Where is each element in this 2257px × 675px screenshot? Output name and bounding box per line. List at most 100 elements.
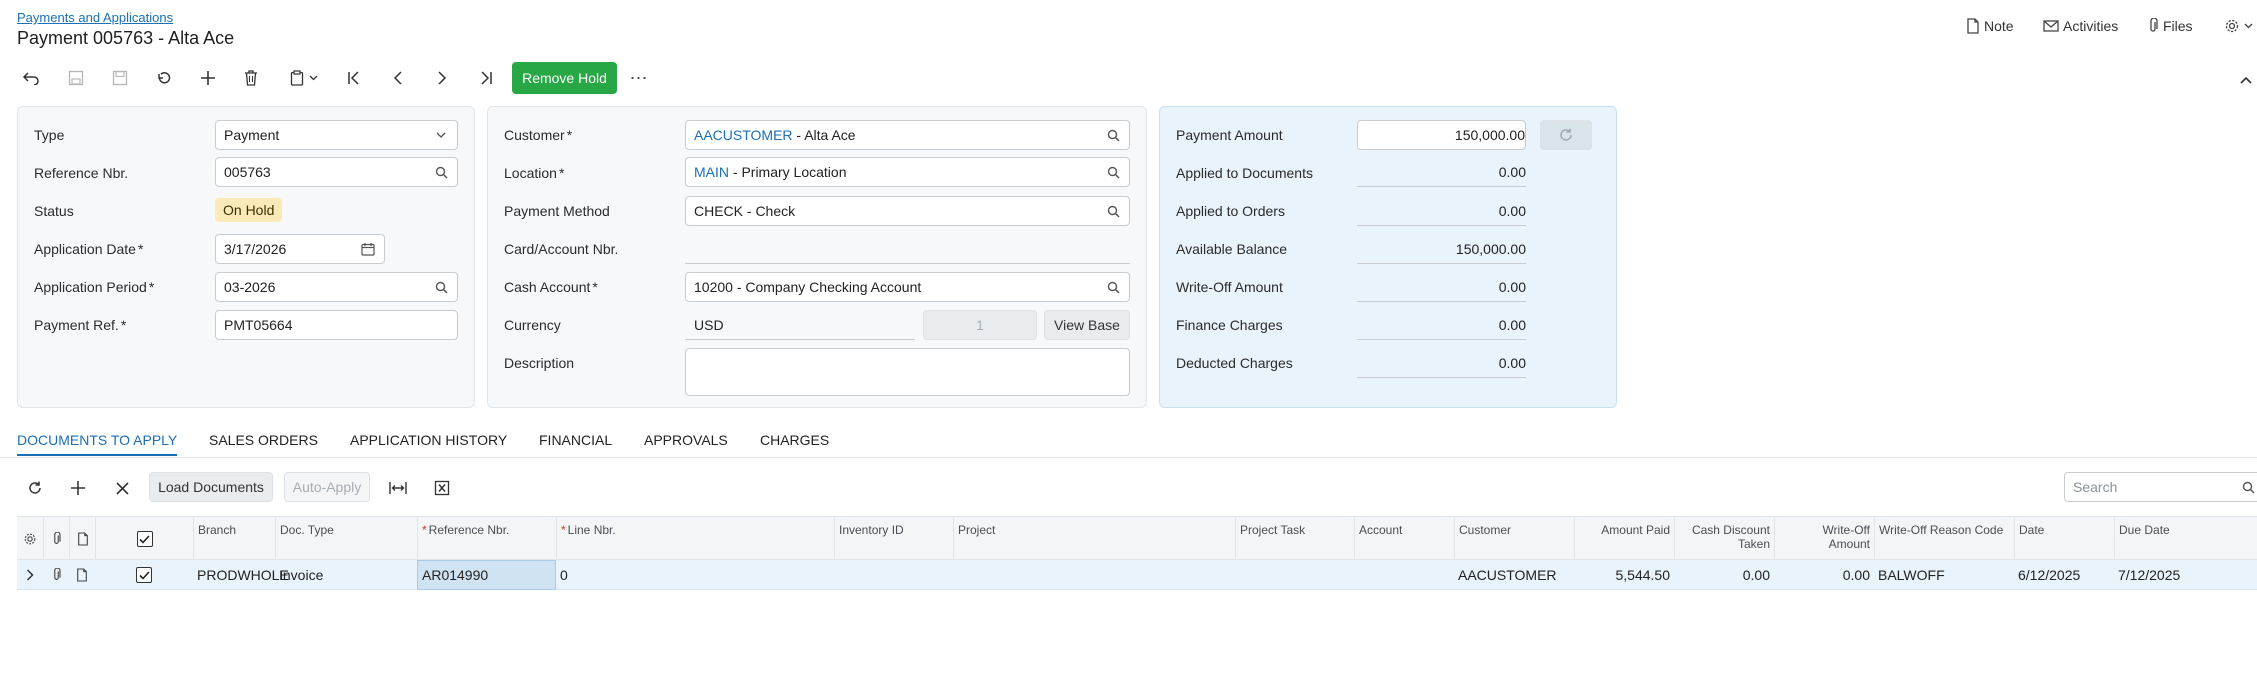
column-settings-header[interactable] [17,517,43,561]
application-date-input[interactable]: 3/17/2026 [215,234,385,264]
cell-branch[interactable]: PRODWHOLE [193,560,289,590]
tab-documents-to-apply[interactable]: DOCUMENTS TO APPLY [17,432,177,448]
grid-delete-row-button[interactable] [107,473,137,503]
column-project[interactable]: Project [953,517,1235,561]
column-project-task[interactable]: Project Task [1235,517,1354,561]
recalculate-button[interactable] [1540,120,1592,150]
cell-account[interactable] [1354,560,1454,590]
column-cash-discount[interactable]: Cash Discount Taken [1674,517,1774,561]
search-icon[interactable] [1105,164,1121,180]
customer-input[interactable]: AACUSTOMER - Alta Ace [685,120,1130,150]
column-customer[interactable]: Customer [1454,517,1574,561]
row-select-checkbox[interactable] [136,567,152,583]
column-inventory-id[interactable]: Inventory ID [834,517,953,561]
save-close-button[interactable] [62,64,90,92]
cell-cash-discount[interactable]: 0.00 [1674,560,1774,590]
breadcrumb[interactable]: Payments and Applications [17,10,173,25]
payment-amount-input[interactable]: 150,000.00 [1357,120,1526,150]
note-button[interactable]: Note [1966,18,2014,34]
description-label: Description [504,355,575,371]
tab-charges[interactable]: CHARGES [760,432,829,448]
files-button[interactable]: Files [2147,18,2193,34]
description-input[interactable] [685,348,1130,396]
settings-button[interactable] [2224,18,2253,34]
column-due-date[interactable]: Due Date [2114,517,2257,561]
grid-add-row-button[interactable] [63,473,93,503]
customer-code-link[interactable]: AACUSTOMER [694,127,793,143]
cell-project[interactable] [953,560,1235,590]
select-all-header[interactable] [95,517,193,561]
search-icon[interactable] [433,279,449,295]
column-line-nbr[interactable]: * Line Nbr. [556,517,834,561]
clipboard-button[interactable] [284,64,324,92]
export-excel-button[interactable] [427,473,457,503]
payment-method-input[interactable]: CHECK - Check [685,196,1130,226]
activities-button[interactable]: Activities [2043,18,2118,34]
row-attachments-button[interactable] [43,560,69,590]
writeoff-amount-value: 0.00 [1357,272,1526,302]
cell-due-date[interactable]: 7/12/2025 [2114,560,2257,590]
cell-inventory-id[interactable] [834,560,953,590]
cell-line-nbr[interactable]: 0 [556,560,834,590]
expand-row-button[interactable] [17,560,43,590]
table-row[interactable]: PRODWHOLE Invoice AR014990 0 AACUSTOMER … [17,560,2257,590]
column-reference-nbr[interactable]: * Reference Nbr. [417,517,556,561]
cell-project-task[interactable] [1235,560,1354,590]
cell-writeoff-amount[interactable]: 0.00 [1774,560,1874,590]
column-account[interactable]: Account [1354,517,1454,561]
more-actions-button[interactable]: ⋯ [627,64,651,92]
notes-header [69,517,95,561]
last-record-button[interactable] [472,64,500,92]
cell-reference-nbr-link[interactable]: AR014990 [417,560,556,590]
column-writeoff-amount[interactable]: Write-Off Amount [1774,517,1874,561]
next-record-button[interactable] [428,64,456,92]
grid-refresh-button[interactable] [20,473,50,503]
search-icon[interactable] [1105,279,1121,295]
view-base-button[interactable]: View Base [1044,310,1130,340]
column-amount-paid[interactable]: Amount Paid [1574,517,1674,561]
collapse-header-button[interactable] [2240,76,2252,84]
row-notes-button[interactable] [69,560,95,590]
column-date[interactable]: Date [2014,517,2114,561]
row-select-cell[interactable] [95,560,193,590]
delete-button[interactable] [237,64,265,92]
reference-nbr-input[interactable]: 005763 [215,157,458,187]
cash-account-label: Cash Account * [504,279,598,295]
cell-customer[interactable]: AACUSTOMER [1454,560,1574,590]
type-select[interactable]: Payment [215,120,458,150]
search-icon[interactable] [1105,203,1121,219]
search-icon[interactable] [1105,127,1121,143]
column-branch[interactable]: Branch [193,517,275,561]
add-button[interactable] [194,64,222,92]
first-record-button[interactable] [340,64,368,92]
previous-record-button[interactable] [384,64,412,92]
load-documents-button[interactable]: Load Documents [149,472,273,502]
calendar-icon[interactable] [360,241,376,257]
application-period-input[interactable]: 03-2026 [215,272,458,302]
column-writeoff-reason[interactable]: Write-Off Reason Code [1874,517,2014,561]
tab-application-history[interactable]: APPLICATION HISTORY [350,432,507,448]
save-button[interactable] [106,64,134,92]
remove-hold-button[interactable]: Remove Hold [512,62,617,94]
cancel-button[interactable] [150,64,178,92]
undo-button[interactable] [17,64,45,92]
tab-financial[interactable]: FINANCIAL [539,432,612,448]
grid-search-input[interactable]: Search [2064,472,2257,502]
search-icon[interactable] [433,164,449,180]
location-code-link[interactable]: MAIN [694,164,729,180]
excel-icon [434,480,450,496]
location-input[interactable]: MAIN - Primary Location [685,157,1130,187]
cell-date[interactable]: 6/12/2025 [2014,560,2114,590]
column-doc-type[interactable]: Doc. Type [275,517,417,561]
cell-writeoff-reason[interactable]: BALWOFF [1874,560,2014,590]
auto-apply-button[interactable]: Auto-Apply [284,472,370,502]
tab-sales-orders[interactable]: SALES ORDERS [209,432,318,448]
fit-columns-button[interactable] [383,473,413,503]
cash-account-input[interactable]: 10200 - Company Checking Account [685,272,1130,302]
payment-ref-input[interactable]: PMT05664 [215,310,458,340]
cell-amount-paid[interactable]: 5,544.50 [1574,560,1674,590]
cell-doc-type[interactable]: Invoice [275,560,417,590]
tab-approvals[interactable]: APPROVALS [644,432,728,448]
select-all-checkbox[interactable] [136,531,153,547]
customer-name: - Alta Ace [792,127,856,143]
